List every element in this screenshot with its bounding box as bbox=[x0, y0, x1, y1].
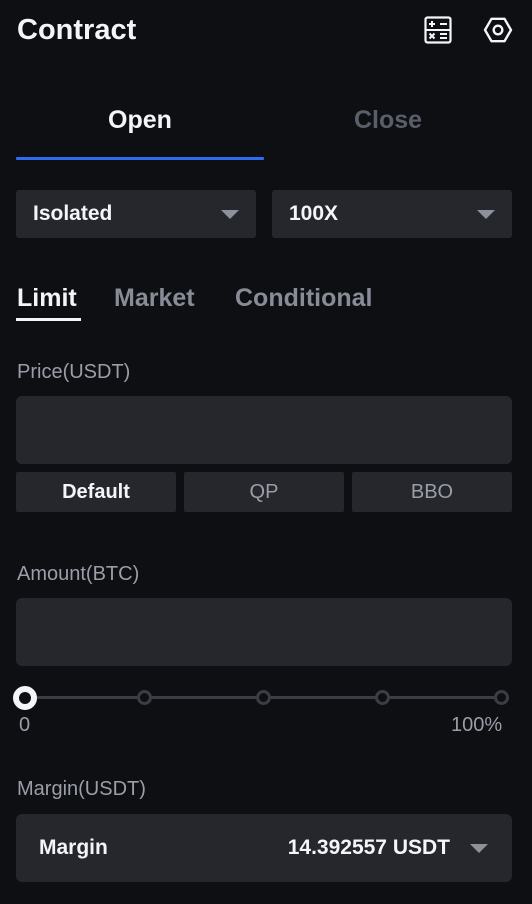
margin-select[interactable]: Margin 14.392557 USDT bbox=[16, 814, 512, 882]
slider-tick-75[interactable] bbox=[375, 690, 390, 705]
caret-down-icon bbox=[477, 209, 495, 219]
settings-icon[interactable] bbox=[483, 15, 513, 45]
order-type-indicator bbox=[16, 318, 81, 321]
margin-value: 14.392557 USDT bbox=[287, 836, 450, 859]
caret-down-icon bbox=[470, 843, 488, 853]
margin-name: Margin bbox=[39, 836, 108, 859]
tab-close[interactable]: Close bbox=[264, 106, 512, 135]
slider-tick-25[interactable] bbox=[137, 690, 152, 705]
margin-mode-select[interactable]: Isolated bbox=[16, 190, 256, 238]
margin-mode-value: Isolated bbox=[33, 202, 113, 225]
price-qp-button[interactable]: QP bbox=[184, 472, 344, 512]
leverage-select[interactable]: 100X bbox=[272, 190, 512, 238]
order-type-market[interactable]: Market bbox=[114, 284, 195, 313]
contract-order-panel: Contract Open Close Isolated 100X Limit … bbox=[0, 0, 532, 904]
order-type-conditional[interactable]: Conditional bbox=[235, 284, 372, 313]
price-label: Price(USDT) bbox=[17, 361, 131, 383]
amount-slider-handle[interactable] bbox=[13, 686, 37, 710]
price-default-button[interactable]: Default bbox=[16, 472, 176, 512]
price-input[interactable] bbox=[16, 396, 512, 464]
slider-tick-100[interactable] bbox=[494, 690, 509, 705]
price-bbo-button[interactable]: BBO bbox=[352, 472, 512, 512]
caret-down-icon bbox=[221, 209, 239, 219]
amount-input[interactable] bbox=[16, 598, 512, 666]
leverage-value: 100X bbox=[289, 202, 339, 225]
page-title: Contract bbox=[17, 14, 137, 46]
calculator-icon[interactable] bbox=[423, 15, 453, 45]
slider-min-label: 0 bbox=[19, 714, 31, 736]
active-tab-indicator bbox=[16, 157, 264, 160]
order-type-limit[interactable]: Limit bbox=[17, 284, 77, 313]
margin-label: Margin(USDT) bbox=[17, 778, 146, 800]
slider-tick-50[interactable] bbox=[256, 690, 271, 705]
slider-max-label: 100% bbox=[451, 714, 503, 736]
tab-open[interactable]: Open bbox=[16, 106, 264, 135]
amount-label: Amount(BTC) bbox=[17, 563, 140, 585]
